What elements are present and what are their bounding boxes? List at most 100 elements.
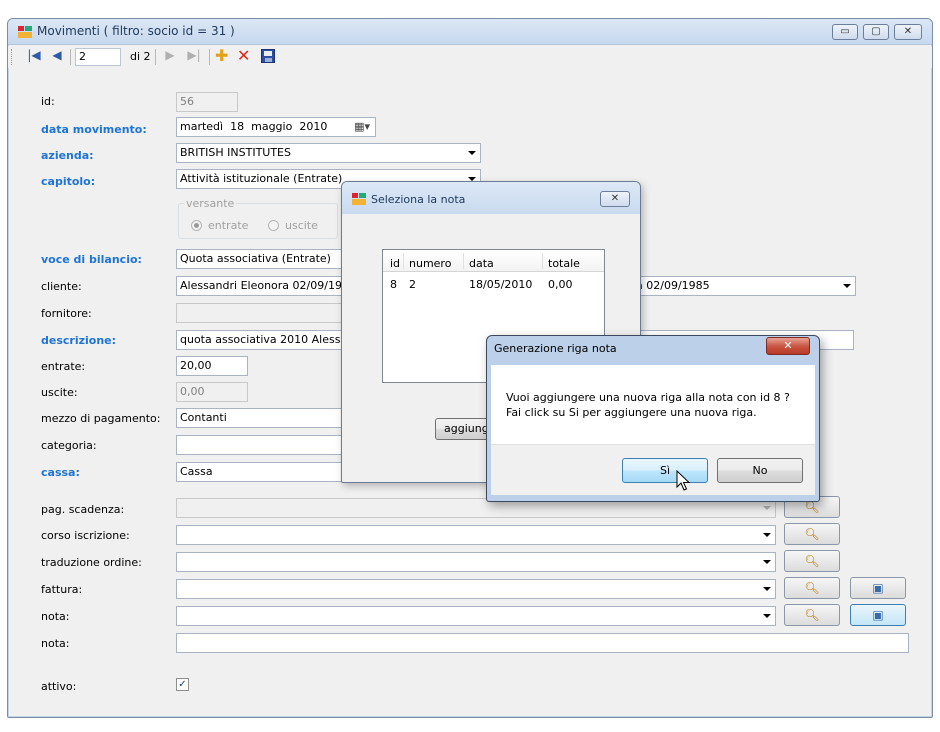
radio-uscite[interactable] xyxy=(268,220,279,231)
seleziona-nota-close-button[interactable]: ✕ xyxy=(600,191,630,207)
seleziona-nota-title: Seleziona la nota xyxy=(371,193,466,206)
label-azienda: azienda: xyxy=(41,149,94,162)
label-cliente: cliente: xyxy=(41,280,82,293)
label-capitolo: capitolo: xyxy=(41,175,96,188)
title-bar[interactable]: Movimenti ( filtro: socio id = 31 ) ▭ ▢ … xyxy=(8,19,932,45)
cliente-value-tail: a 02/09/1985 xyxy=(636,279,710,292)
attivo-checkbox[interactable]: ✓ xyxy=(176,678,189,691)
label-nota-text: nota: xyxy=(41,637,70,650)
nota-text-field[interactable] xyxy=(176,633,909,653)
label-id: id: xyxy=(41,95,55,108)
cassa-select[interactable]: Cassa xyxy=(176,462,346,482)
chevron-down-icon[interactable] xyxy=(843,284,851,288)
label-mezzo-pagamento: mezzo di pagamento: xyxy=(41,412,161,425)
radio-entrate-label: entrate xyxy=(208,219,249,232)
label-uscite: uscite: xyxy=(41,386,78,399)
capitolo-value: Attività istituzionale (Entrate) xyxy=(180,172,343,185)
date-weekday: martedì xyxy=(180,120,224,133)
chevron-down-icon[interactable] xyxy=(468,151,476,155)
cliente-value: Alessandri Eleonora 02/09/1985 xyxy=(180,279,356,292)
maximize-button[interactable]: ▢ xyxy=(863,24,889,40)
next-icon[interactable]: ▶ xyxy=(164,48,176,62)
msgbox-title: Generazione riga nota xyxy=(494,342,617,355)
traduzione-ordine-select[interactable] xyxy=(176,552,776,572)
last-icon[interactable]: ▶| xyxy=(186,48,202,62)
toolbar-separator xyxy=(155,49,156,65)
record-position-input[interactable]: 2 xyxy=(75,48,121,66)
app-icon xyxy=(352,193,366,205)
seleziona-nota-titlebar[interactable]: Seleziona la nota ✕ xyxy=(342,182,640,214)
minimize-button[interactable]: ▭ xyxy=(832,24,858,40)
azienda-select[interactable]: BRITISH INSTITUTES xyxy=(176,143,481,163)
chevron-down-icon[interactable] xyxy=(763,560,771,564)
first-icon[interactable]: |◀ xyxy=(26,48,42,62)
entrate-field[interactable]: 20,00 xyxy=(176,356,248,376)
save-icon[interactable] xyxy=(261,49,275,63)
uscite-field[interactable]: 0,00 xyxy=(176,382,248,402)
chevron-down-icon[interactable] xyxy=(763,614,771,618)
new-record-icon: ▣ xyxy=(872,608,884,622)
id-field[interactable]: 56 xyxy=(176,92,238,112)
fattura-new-button[interactable]: ▣ xyxy=(850,577,906,599)
grid-cell-id: 8 xyxy=(390,278,397,291)
voce-bilancio-select[interactable]: Quota associativa (Entrate) xyxy=(176,249,346,269)
label-descrizione: descrizione: xyxy=(41,334,117,347)
corso-iscrizione-search-button[interactable]: 🔍︎ xyxy=(784,523,840,545)
delete-icon[interactable]: ✕ xyxy=(237,46,250,65)
date-day: 18 xyxy=(230,120,245,133)
chevron-down-icon[interactable] xyxy=(763,533,771,537)
msgbox-message-line2: Fai click su Si per aggiungere una nuova… xyxy=(506,406,757,419)
date-picker[interactable]: martedì 18 maggio 2010 ▦▾ xyxy=(176,117,376,137)
fornitore-select[interactable] xyxy=(176,303,346,323)
search-icon: 🔍︎ xyxy=(804,581,820,595)
date-month: maggio xyxy=(251,120,293,133)
grid-header-data[interactable]: data xyxy=(469,257,494,270)
nota-new-button[interactable]: ▣ xyxy=(850,604,906,626)
fattura-select[interactable] xyxy=(176,579,776,599)
label-data-movimento: data movimento: xyxy=(41,123,147,136)
radio-uscite-label: uscite xyxy=(285,219,318,232)
yes-button[interactable]: Sì xyxy=(622,458,708,483)
grid-header-id[interactable]: id xyxy=(390,257,400,270)
label-attivo: attivo: xyxy=(41,680,77,693)
grid-cell-numero: 2 xyxy=(409,278,416,291)
navigator-toolbar: |◀ ◀ 2 di 2 ▶ ▶| ✚ ✕ xyxy=(8,46,932,68)
search-icon: 🔍︎ xyxy=(804,527,820,541)
date-year: 2010 xyxy=(299,120,328,133)
toolbar-grip xyxy=(11,49,13,65)
add-icon[interactable]: ✚ xyxy=(215,46,228,65)
corso-iscrizione-select[interactable] xyxy=(176,525,776,545)
calendar-icon[interactable]: ▦▾ xyxy=(354,120,370,133)
traduzione-ordine-search-button[interactable]: 🔍︎ xyxy=(784,550,840,572)
toolbar-separator xyxy=(70,49,71,65)
grid-header-totale[interactable]: totale xyxy=(548,257,580,270)
msgbox-close-button[interactable]: ✕ xyxy=(766,337,810,355)
label-categoria: categoria: xyxy=(41,439,97,452)
table-row[interactable]: 8 2 18/05/2010 0,00 xyxy=(383,274,604,292)
msgbox-message-line1: Vuoi aggiungere una nuova riga alla nota… xyxy=(506,391,790,404)
no-button[interactable]: No xyxy=(717,458,803,483)
versante-legend: versante xyxy=(184,197,237,210)
grid-cell-totale: 0,00 xyxy=(548,278,573,291)
grid-cell-data: 18/05/2010 xyxy=(469,278,533,291)
radio-entrate[interactable] xyxy=(191,220,202,231)
label-pag-scadenza: pag. scadenza: xyxy=(41,503,125,516)
msgbox-body xyxy=(491,365,815,444)
window-title: Movimenti ( filtro: socio id = 31 ) xyxy=(37,24,235,38)
chevron-down-icon[interactable] xyxy=(763,587,771,591)
prev-icon[interactable]: ◀ xyxy=(50,48,64,62)
nota-search-button[interactable]: 🔍︎ xyxy=(784,604,840,626)
categoria-select[interactable] xyxy=(176,435,346,455)
label-traduzione-ordine: traduzione ordine: xyxy=(41,556,142,569)
close-button[interactable]: ✕ xyxy=(894,24,922,40)
label-entrate: entrate: xyxy=(41,360,86,373)
search-icon: 🔍︎ xyxy=(804,608,820,622)
chevron-down-icon[interactable] xyxy=(763,506,771,510)
grid-col-sep xyxy=(542,253,543,269)
grid-header-numero[interactable]: numero xyxy=(409,257,451,270)
nota-select[interactable] xyxy=(176,606,776,626)
mezzo-pagamento-select[interactable]: Contanti xyxy=(176,408,346,428)
fattura-search-button[interactable]: 🔍︎ xyxy=(784,577,840,599)
label-fornitore: fornitore: xyxy=(41,307,92,320)
app-icon xyxy=(18,26,32,38)
